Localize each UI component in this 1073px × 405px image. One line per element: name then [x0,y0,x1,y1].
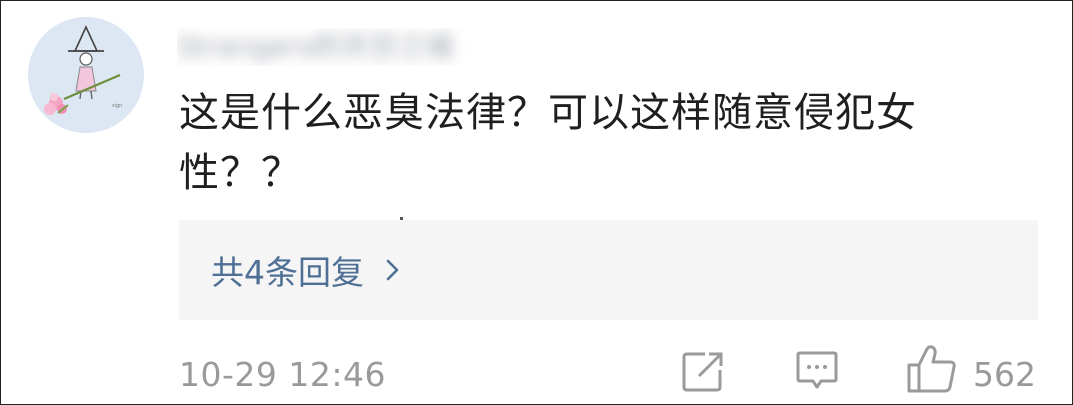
comment-card: sign Strangers的天空之城 这是什么恶臭法律？可以这样随意侵犯女性？… [0,0,1073,405]
avatar[interactable]: sign [28,17,144,133]
share-icon [682,352,723,392]
share-button[interactable] [681,350,725,394]
avatar-illustration: sign [28,17,144,133]
username-text: Strangers的天空之城 [177,30,454,63]
thumbs-up-icon [907,345,956,393]
comment-timestamp: 10-29 12:46 [179,355,386,394]
chevron-right-icon [386,259,399,281]
svg-text:sign: sign [112,103,122,109]
view-replies-link[interactable]: 共4条回复 [211,248,404,292]
like-button[interactable] [907,345,957,393]
comment-button[interactable] [795,349,839,393]
comment-icon [796,351,838,389]
like-count: 562 [973,355,1036,394]
replies-panel: 共4条回复 [179,220,1038,320]
comment-text: 这是什么恶臭法律？可以这样随意侵犯女性？？ [179,90,917,196]
replies-label: 共4条回复 [211,253,364,292]
username[interactable]: Strangers的天空之城 [177,28,527,66]
